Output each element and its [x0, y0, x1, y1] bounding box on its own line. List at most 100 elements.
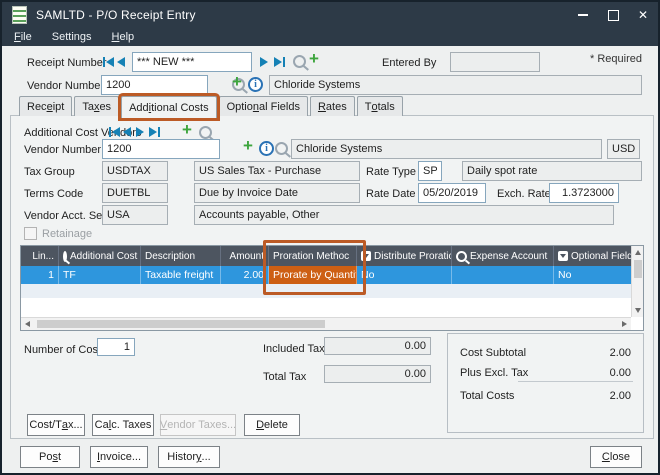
- panel-vendor-number-label: Vendor Number: [24, 143, 102, 156]
- panel-vendor-name-field: Chloride Systems: [291, 139, 602, 159]
- receipt-finder-icon[interactable]: [293, 55, 306, 68]
- tax-group-label: Tax Group: [24, 165, 75, 178]
- total-tax-label: Total Tax: [263, 370, 307, 383]
- col-header-additional-cost[interactable]: Additional Cost: [59, 246, 141, 266]
- plus-excl-tax-value: 0.00: [609, 366, 631, 379]
- tax-group-desc-field: US Sales Tax - Purchase: [194, 161, 360, 181]
- last-record-button[interactable]: [274, 57, 285, 67]
- total-costs-label: Total Costs: [460, 389, 515, 402]
- retainage-checkbox[interactable]: [24, 227, 37, 240]
- tab-totals[interactable]: To tals: [356, 96, 403, 116]
- tax-group-field: USDTAX: [102, 161, 168, 181]
- drilldown-icon: [558, 251, 568, 261]
- col-header-line[interactable]: Lin...: [21, 246, 59, 266]
- close-window-button[interactable]: ✕: [628, 2, 658, 28]
- vendor-number-input[interactable]: [101, 75, 208, 95]
- col-header-amount[interactable]: Amount: [221, 246, 269, 266]
- col-header-description[interactable]: Description: [141, 246, 221, 266]
- tab-optional-fields[interactable]: Optio n al Fields: [218, 96, 308, 116]
- minimize-button[interactable]: [568, 2, 598, 28]
- vendor-acct-set-field: USA: [102, 205, 168, 225]
- scroll-right-icon[interactable]: [622, 321, 627, 327]
- cost-subtotal-value: 2.00: [609, 346, 631, 359]
- terms-code-desc-field: Due by Invoice Date: [194, 183, 360, 203]
- next-record-button[interactable]: [260, 57, 268, 67]
- plus-excl-tax-label: Plus Excl. Tax: [460, 366, 529, 379]
- window-title: SAMLTD - P/O Receipt Entry: [36, 8, 196, 22]
- calc-taxes-button[interactable]: Ca l c. Taxes: [92, 414, 154, 436]
- menu-settings[interactable]: Settings: [52, 31, 92, 43]
- delete-button[interactable]: Delete: [244, 414, 300, 436]
- vendor-info-icon[interactable]: i: [248, 77, 263, 92]
- horizontal-scroll-thumb[interactable]: [37, 320, 325, 328]
- col-header-distribute-proration[interactable]: Distribute Proration: [357, 246, 452, 266]
- cost-tax-button[interactable]: Cost/T a x...: [27, 414, 85, 436]
- cell-description[interactable]: Taxable freight: [141, 266, 221, 284]
- tab-rates[interactable]: Rates: [309, 96, 355, 116]
- additional-costs-grid: Lin... Additional Cost Description Amoun…: [20, 245, 644, 331]
- previous-record-button[interactable]: [117, 57, 125, 67]
- tab-additional-costs[interactable]: Add i tional Costs: [121, 96, 217, 118]
- scroll-up-icon[interactable]: [635, 250, 641, 255]
- cell-optional-fields[interactable]: No: [554, 266, 631, 284]
- close-button[interactable]: Close: [590, 446, 642, 468]
- menu-help[interactable]: Help: [112, 31, 135, 43]
- acv-new-icon[interactable]: +: [182, 121, 192, 138]
- receipt-number-label: Receipt Number: [27, 56, 107, 69]
- panel-vendor-finder-icon[interactable]: [275, 142, 289, 155]
- entered-by-field: [450, 52, 540, 72]
- grid-empty-row[interactable]: [21, 284, 643, 298]
- exch-rate-label: Exch. Rate: [497, 187, 551, 200]
- cell-amount[interactable]: 2.00: [221, 266, 269, 284]
- new-receipt-icon[interactable]: +: [309, 50, 319, 67]
- vertical-scroll-thumb[interactable]: [634, 260, 642, 278]
- tab-taxes[interactable]: Ta x es: [74, 96, 120, 116]
- vendor-acct-desc-field: Accounts payable, Other: [194, 205, 614, 225]
- col-header-expense-account[interactable]: Expense Account: [452, 246, 554, 266]
- receipt-number-input[interactable]: [132, 52, 252, 72]
- post-button[interactable]: Po s t: [20, 446, 80, 468]
- cell-expense-account[interactable]: [452, 266, 554, 284]
- new-vendor-icon[interactable]: +: [232, 73, 242, 90]
- rate-type-input[interactable]: [418, 161, 442, 181]
- grid-row-selected[interactable]: 1 TF Taxable freight 2.00 Prorate by Qua…: [21, 266, 643, 284]
- scroll-down-icon[interactable]: [635, 308, 641, 313]
- cell-line[interactable]: 1: [21, 266, 59, 284]
- drilldown-icon: [361, 251, 371, 261]
- panel-vendor-number-input[interactable]: [102, 139, 220, 159]
- vendor-taxes-button[interactable]: Vendor Taxes...: [160, 414, 236, 436]
- grid-horizontal-scrollbar[interactable]: [21, 317, 631, 330]
- window-controls: ✕: [568, 2, 658, 28]
- terms-code-field: DUETBL: [102, 183, 168, 203]
- cost-subtotal-label: Cost Subtotal: [460, 346, 527, 359]
- po-receipt-entry-window: SAMLTD - P/O Receipt Entry ✕ File Settin…: [0, 0, 660, 475]
- history-button[interactable]: Histor y...: [158, 446, 220, 468]
- cell-proration-method[interactable]: Prorate by Quantity: [269, 266, 357, 284]
- title-bar: SAMLTD - P/O Receipt Entry ✕: [2, 2, 658, 28]
- totals-box: Cost Subtotal 2.00 Plus Excl. Tax 0.00 T…: [447, 333, 644, 433]
- acv-finder-icon[interactable]: [199, 126, 213, 139]
- invoice-button[interactable]: Invoice...: [90, 446, 148, 468]
- scroll-left-icon[interactable]: [25, 321, 30, 327]
- first-record-button[interactable]: [103, 57, 114, 67]
- rate-date-input[interactable]: [418, 183, 486, 203]
- tab-receipt[interactable]: Rec e ipt: [19, 96, 73, 116]
- currency-field: USD: [607, 139, 640, 159]
- cell-additional-cost[interactable]: TF: [59, 266, 141, 284]
- exch-rate-input[interactable]: [549, 183, 619, 203]
- maximize-button[interactable]: [598, 2, 628, 28]
- menu-file[interactable]: File: [14, 31, 32, 43]
- rate-type-label: Rate Type: [366, 165, 416, 178]
- grid-vertical-scrollbar[interactable]: [631, 246, 643, 317]
- acv-first-button[interactable]: [109, 127, 120, 137]
- col-header-proration-method[interactable]: Proration Methoc: [269, 246, 357, 266]
- cell-distribute-proration[interactable]: No: [357, 266, 452, 284]
- panel-vendor-info-icon[interactable]: i: [259, 141, 274, 156]
- col-header-optional-fields[interactable]: Optional Fields: [554, 246, 631, 266]
- number-of-costs-input[interactable]: [97, 338, 135, 356]
- acv-next-button[interactable]: [136, 127, 144, 137]
- totals-divider: [518, 381, 633, 382]
- panel-new-vendor-icon[interactable]: +: [243, 137, 253, 154]
- acv-previous-button[interactable]: [123, 127, 131, 137]
- acv-last-button[interactable]: [149, 127, 160, 137]
